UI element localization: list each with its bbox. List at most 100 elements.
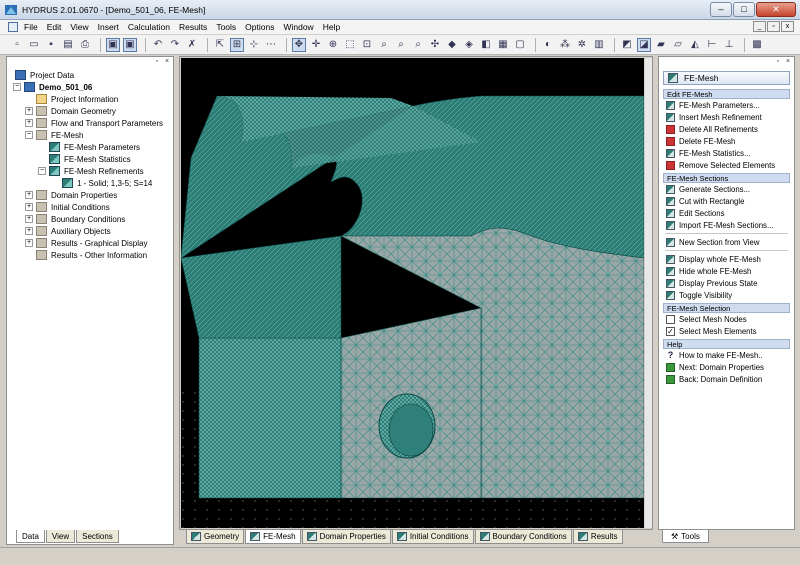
new-file-icon[interactable]: ▫ [10, 38, 24, 52]
tool-item[interactable]: ? How to make FE-Mesh.. [663, 349, 790, 361]
tab-tools[interactable]: ⚒ Tools [662, 530, 709, 543]
print-icon[interactable]: ⎙ [78, 38, 92, 52]
document-icon[interactable] [8, 22, 18, 32]
tool-item[interactable]: Cut with Rectangle [663, 195, 790, 207]
tree-item[interactable]: + Initial Conditions [11, 201, 163, 213]
zoom-window-icon[interactable]: ⊡ [360, 38, 374, 52]
tree-item[interactable]: + Results - Graphical Display [11, 237, 163, 249]
menu-edit[interactable]: Edit [47, 22, 62, 32]
axes-icon[interactable]: ⊥ [722, 38, 736, 52]
rotate-icon[interactable]: ⋯ [264, 38, 278, 52]
pin-icon[interactable]: ▫ [774, 58, 782, 66]
magnify-icon[interactable]: ⌕ [377, 38, 391, 52]
tab-data[interactable]: Data [16, 530, 45, 543]
tool-item[interactable]: ✓ Select Mesh Elements [663, 325, 790, 337]
expand-icon[interactable]: + [25, 119, 33, 127]
grid-icon[interactable]: ⊞ [230, 37, 244, 52]
collapse-icon[interactable]: − [13, 83, 21, 91]
undo-icon[interactable]: ↶ [151, 38, 165, 52]
tree-root[interactable]: Project Data [11, 69, 163, 81]
zoom-in-icon[interactable]: ✛ [309, 38, 323, 52]
print-preview-icon[interactable]: ▤ [61, 38, 75, 52]
collapse-icon[interactable]: − [38, 167, 46, 175]
boundary-icon[interactable]: ◭ [688, 38, 702, 52]
tree-item[interactable]: Results - Other Information [11, 249, 163, 261]
tool-item[interactable]: Import FE-Mesh Sections... [663, 219, 790, 231]
tool-item[interactable]: Remove Selected Elements [663, 159, 790, 171]
tree-item[interactable]: 1 - Solid; 1,3-5; S=14 [11, 177, 163, 189]
tool-item[interactable]: Select Mesh Nodes [663, 313, 790, 325]
expand-icon[interactable]: + [25, 227, 33, 235]
pan-icon[interactable]: ✣ [428, 38, 442, 52]
tree-item[interactable]: + Domain Properties [11, 189, 163, 201]
surface-icon[interactable]: ▰ [654, 38, 668, 52]
tool-item[interactable]: New Section from View [663, 236, 790, 248]
tree-item[interactable]: + Flow and Transport Parameters [11, 117, 163, 129]
expand-icon[interactable]: + [25, 203, 33, 211]
render-icon[interactable]: ◈ [462, 38, 476, 52]
tool-item[interactable]: Insert Mesh Refinement [663, 111, 790, 123]
tab-domain-properties[interactable]: Domain Properties [301, 530, 391, 544]
menu-options[interactable]: Options [245, 22, 274, 32]
tool-item[interactable]: Display whole FE-Mesh [663, 253, 790, 265]
tree-item[interactable]: FE-Mesh Parameters [11, 141, 163, 153]
menu-tools[interactable]: Tools [216, 22, 236, 32]
tree-item[interactable]: − FE-Mesh Refinements [11, 165, 163, 177]
menu-help[interactable]: Help [323, 22, 340, 32]
menu-window[interactable]: Window [283, 22, 313, 32]
panel-close-icon[interactable]: × [163, 58, 171, 66]
select-icon[interactable]: ⇱ [213, 38, 227, 52]
tool-item[interactable]: Next: Domain Properties [663, 361, 790, 373]
mdi-close-button[interactable]: x [781, 21, 794, 32]
domain-icon[interactable]: ▱ [671, 38, 685, 52]
tree-item[interactable]: + Boundary Conditions [11, 213, 163, 225]
section-icon[interactable]: ◧ [479, 38, 493, 52]
tool-item[interactable]: Delete All Refinements [663, 123, 790, 135]
pin-icon[interactable]: ▫ [153, 58, 161, 66]
zoom-fit-icon[interactable]: ⬚ [343, 38, 357, 52]
tab-initial-conditions[interactable]: Initial Conditions [391, 530, 474, 544]
view-3d-icon[interactable]: ◆ [445, 38, 459, 52]
mdi-restore-button[interactable]: ▫ [767, 21, 780, 32]
tree-item[interactable]: − FE-Mesh [11, 129, 163, 141]
tool-item[interactable]: Toggle Visibility [663, 289, 790, 301]
tool-item[interactable]: FE-Mesh Statistics... [663, 147, 790, 159]
cube-outline-icon[interactable]: ▢ [513, 38, 527, 52]
maximize-button[interactable]: □ [733, 2, 755, 17]
expand-icon[interactable]: + [25, 239, 33, 247]
tree-item[interactable]: + Auxiliary Objects [11, 225, 163, 237]
results-icon[interactable]: ▩ [750, 38, 764, 52]
menu-file[interactable]: File [24, 22, 38, 32]
snap-icon[interactable]: ⊹ [247, 38, 261, 52]
view-mode-1-icon[interactable]: ▣ [106, 37, 120, 52]
tool-item[interactable]: Edit Sections [663, 207, 790, 219]
tool-item[interactable]: Display Previous State [663, 277, 790, 289]
tab-results[interactable]: Results [572, 530, 623, 544]
mesh-icon[interactable]: ◩ [620, 38, 634, 52]
tool-item[interactable]: Generate Sections... [663, 183, 790, 195]
redo-icon[interactable]: ↷ [168, 38, 182, 52]
view-mode-2-icon[interactable]: ▣ [123, 37, 137, 52]
magnify-minus-icon[interactable]: ⌕ [394, 38, 408, 52]
expand-icon[interactable]: + [25, 107, 33, 115]
tab-view[interactable]: View [45, 530, 76, 543]
menu-calculation[interactable]: Calculation [128, 22, 170, 32]
close-button[interactable]: ✕ [756, 2, 796, 17]
tab-boundary-conditions[interactable]: Boundary Conditions [474, 530, 572, 544]
menu-insert[interactable]: Insert [98, 22, 119, 32]
minimize-button[interactable]: – [710, 2, 732, 17]
tree-item[interactable]: FE-Mesh Statistics [11, 153, 163, 165]
legend-icon[interactable]: ▥ [592, 38, 606, 52]
menu-view[interactable]: View [70, 22, 88, 32]
open-folder-icon[interactable]: ▭ [27, 38, 41, 52]
scale-icon[interactable]: ⊢ [705, 38, 719, 52]
tab-geometry[interactable]: Geometry [186, 530, 245, 544]
delete-icon[interactable]: ✗ [185, 38, 199, 52]
panel-close-icon[interactable]: × [784, 58, 792, 66]
zoom-icon[interactable]: ✥ [292, 37, 306, 52]
fe-mesh-render[interactable] [181, 58, 644, 528]
tool-item[interactable]: FE-Mesh Parameters... [663, 99, 790, 111]
mdi-minimize-button[interactable]: _ [753, 21, 766, 32]
expand-icon[interactable]: + [25, 191, 33, 199]
menu-results[interactable]: Results [179, 22, 207, 32]
